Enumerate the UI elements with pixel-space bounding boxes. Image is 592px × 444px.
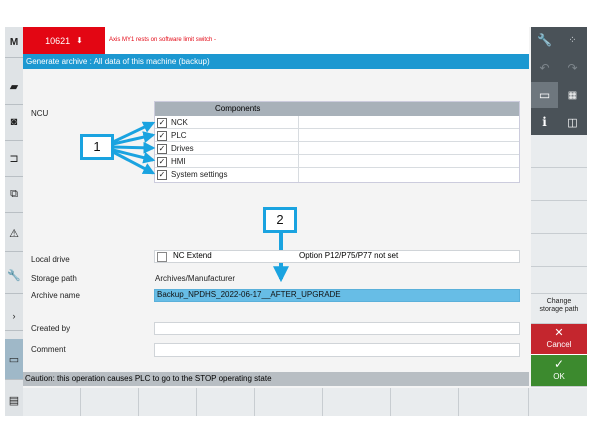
change-storage-path-button[interactable]: Change storage path	[531, 294, 587, 324]
horizontal-softkey-3[interactable]	[139, 388, 197, 416]
redo-button[interactable]: ↷	[559, 55, 586, 81]
cancel-button[interactable]: ✕ Cancel	[531, 324, 587, 355]
status-message: Caution: this operation causes PLC to go…	[23, 372, 529, 386]
arrow-to-drives	[112, 141, 156, 154]
horizontal-softkey-9[interactable]	[529, 388, 587, 416]
close-icon: ✕	[554, 327, 564, 339]
callout-1-arrows	[112, 121, 156, 175]
hmi-screen: M ▰ ◙ ⊐ ⧉ ⚠ 🔧 › ▭ ▤ 10621 ⬇ Axis MY1 res…	[5, 27, 587, 416]
storage-path-value: Archives/Manufacturer	[155, 274, 236, 283]
callout-2: 2	[263, 207, 297, 233]
redo-icon: ↷	[567, 61, 578, 75]
option-note: Option P12/P75/P77 not set	[299, 251, 399, 260]
vertical-softkey-2[interactable]	[531, 168, 587, 201]
archive-name-input[interactable]: Backup_NPDHS_2022-06-17__AFTER_UPGRADE	[154, 289, 520, 302]
right-toolbar: 🔧 ⁘ ↶ ↷ ▭ ▦ i ◫	[531, 27, 587, 135]
screen-button[interactable]: ▭	[531, 82, 558, 108]
calculator-icon: ▦	[567, 89, 578, 101]
callout-1: 1	[80, 134, 114, 160]
storage-path-label: Storage path	[31, 274, 77, 283]
checkmark-icon: ✓	[553, 357, 565, 371]
nc-extend-label: NC Extend	[173, 251, 212, 260]
horizontal-softkey-8[interactable]	[459, 388, 529, 416]
vertical-softkey-3[interactable]	[531, 201, 587, 234]
comment-input[interactable]	[154, 343, 520, 357]
camera-icon: ◫	[567, 116, 578, 129]
local-drive-field[interactable]: NC Extend Option P12/P75/P77 not set	[154, 250, 520, 263]
info-button[interactable]: i	[531, 109, 558, 135]
wrench-icon: 🔧	[537, 33, 552, 47]
tool-list-button[interactable]: ⁘	[559, 27, 586, 53]
horizontal-softkey-7[interactable]	[391, 388, 459, 416]
horizontal-softkey-1[interactable]	[23, 388, 81, 416]
comment-label: Comment	[31, 345, 66, 354]
archive-name-label: Archive name	[31, 291, 80, 300]
tool-grid-icon: ⁘	[568, 34, 577, 46]
horizontal-softkey-4[interactable]	[197, 388, 255, 416]
info-icon: i	[542, 115, 547, 129]
vertical-softkey-4[interactable]	[531, 234, 587, 267]
vertical-softkey-5[interactable]	[531, 267, 587, 294]
horizontal-softkey-6[interactable]	[323, 388, 391, 416]
nc-extend-checkbox[interactable]	[157, 252, 167, 262]
undo-button[interactable]: ↶	[531, 55, 558, 81]
tools-button[interactable]: 🔧	[531, 27, 558, 53]
change-storage-path-label: Change storage path	[539, 298, 579, 313]
horizontal-softkey-2[interactable]	[81, 388, 139, 416]
ok-label: OK	[553, 372, 565, 381]
undo-icon: ↶	[539, 61, 550, 75]
ok-button[interactable]: ✓ OK	[531, 355, 587, 387]
created-by-input[interactable]	[154, 322, 520, 335]
local-drive-label: Local drive	[31, 255, 70, 264]
monitor-icon: ▭	[538, 88, 551, 102]
horizontal-softkey-5[interactable]	[255, 388, 323, 416]
vertical-softkey-1[interactable]	[531, 135, 587, 168]
created-by-label: Created by	[31, 324, 71, 333]
cancel-label: Cancel	[546, 340, 572, 349]
calculator-button[interactable]: ▦	[559, 82, 586, 108]
screenshot-button[interactable]: ◫	[559, 109, 586, 135]
